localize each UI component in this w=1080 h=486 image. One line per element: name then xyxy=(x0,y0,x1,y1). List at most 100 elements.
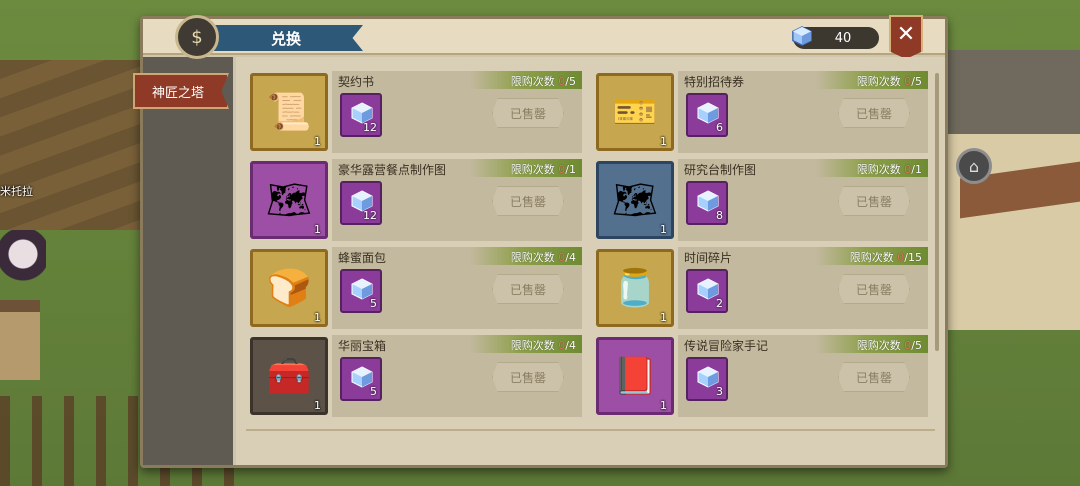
divider xyxy=(246,429,935,431)
price-tag: 3 xyxy=(686,357,728,401)
sold-out-button[interactable]: 已售罄 xyxy=(492,274,564,304)
blueprint-desk-icon[interactable]: 🗺 1 xyxy=(596,161,674,239)
limit-max: /1 xyxy=(565,163,576,176)
limit-max: /15 xyxy=(904,251,922,264)
limit-max: /4 xyxy=(565,251,576,264)
notebook-icon[interactable]: 📕 1 xyxy=(596,337,674,415)
money-bag-icon: $ xyxy=(175,15,219,59)
item-body: 蜂蜜面包 限购次数 0/4 5 已售罄 xyxy=(332,247,582,329)
item-cost: 12 xyxy=(363,121,377,134)
purchase-limit: 限购次数 0/5 xyxy=(857,73,922,89)
close-button[interactable]: ✕ xyxy=(889,15,923,59)
ticket-icon[interactable]: 🎫 1 xyxy=(596,73,674,151)
limit-label: 限购次数 xyxy=(510,339,555,352)
dialog-title: 兑换 xyxy=(213,25,363,51)
item-name: 华丽宝箱 xyxy=(338,339,387,353)
sold-out-button[interactable]: 已售罄 xyxy=(492,98,564,128)
purchase-limit: 限购次数 0/1 xyxy=(857,161,922,177)
shop-item-card[interactable]: 🫙 1 时间碎片 限购次数 0/15 2 已售罄 xyxy=(596,247,928,329)
item-quantity: 1 xyxy=(314,223,321,236)
shop-item-card[interactable]: 🗺 1 研究台制作图 限购次数 0/1 8 已售罄 xyxy=(596,159,928,241)
price-tag: 5 xyxy=(340,357,382,401)
jar-icon[interactable]: 🫙 1 xyxy=(596,249,674,327)
item-glyph: 🧰 xyxy=(266,356,312,397)
limit-label: 限购次数 xyxy=(856,339,901,352)
limit-label: 限购次数 xyxy=(510,75,555,88)
item-quantity: 1 xyxy=(314,135,321,148)
shop-item-card[interactable]: 🍞 1 蜂蜜面包 限购次数 0/4 5 已售罄 xyxy=(250,247,582,329)
item-name-bar: 豪华露营餐点制作图 限购次数 0/1 xyxy=(332,159,582,177)
item-cost: 8 xyxy=(716,209,723,222)
scroll-icon[interactable]: 📜 1 xyxy=(250,73,328,151)
sold-out-button[interactable]: 已售罄 xyxy=(838,186,910,216)
item-glyph: 📕 xyxy=(612,356,658,397)
item-name: 时间碎片 xyxy=(684,251,733,265)
shop-sidebar: 神匠之塔 xyxy=(133,57,233,465)
purchase-limit: 限购次数 0/4 xyxy=(511,249,576,265)
crystal-cube-icon xyxy=(792,26,812,46)
limit-max: /1 xyxy=(911,163,922,176)
item-name: 蜂蜜面包 xyxy=(338,251,387,265)
item-name-bar: 蜂蜜面包 限购次数 0/4 xyxy=(332,247,582,265)
item-name-bar: 契约书 限购次数 0/5 xyxy=(332,71,582,89)
item-body: 特别招待券 限购次数 0/5 6 已售罄 xyxy=(678,71,928,153)
limit-label: 限购次数 xyxy=(510,163,555,176)
item-quantity: 1 xyxy=(314,399,321,412)
price-tag: 6 xyxy=(686,93,728,137)
item-name: 特别招待券 xyxy=(684,75,745,89)
item-name-bar: 传说冒险家手记 限购次数 0/5 xyxy=(678,335,928,353)
item-name-bar: 特别招待券 限购次数 0/5 xyxy=(678,71,928,89)
shop-item-card[interactable]: 🎫 1 特别招待券 限购次数 0/5 6 已售罄 xyxy=(596,71,928,153)
item-body: 传说冒险家手记 限购次数 0/5 3 已售罄 xyxy=(678,335,928,417)
bread-icon[interactable]: 🍞 1 xyxy=(250,249,328,327)
limit-label: 限购次数 xyxy=(849,251,894,264)
item-quantity: 1 xyxy=(660,135,667,148)
item-name: 豪华露营餐点制作图 xyxy=(338,163,447,177)
item-name-bar: 时间碎片 限购次数 0/15 xyxy=(678,247,928,265)
sold-out-button[interactable]: 已售罄 xyxy=(838,362,910,392)
price-tag: 5 xyxy=(340,269,382,313)
item-name-bar: 研究台制作图 限购次数 0/1 xyxy=(678,159,928,177)
limit-max: /5 xyxy=(911,339,922,352)
item-quantity: 1 xyxy=(660,311,667,324)
item-name-bar: 华丽宝箱 限购次数 0/4 xyxy=(332,335,582,353)
shop-content: 📜 1 契约书 限购次数 0/5 12 已售罄 🎫 1 特别招待券 限购次数 0… xyxy=(236,57,945,465)
currency-amount: 40 xyxy=(834,30,852,46)
purchase-limit: 限购次数 0/5 xyxy=(857,337,922,353)
item-quantity: 1 xyxy=(314,311,321,324)
building-marker-icon[interactable]: ⌂ xyxy=(956,148,992,184)
price-tag: 12 xyxy=(340,93,382,137)
npc-name-label: 米托拉 xyxy=(0,185,33,198)
sold-out-button[interactable]: 已售罄 xyxy=(492,186,564,216)
shop-item-card[interactable]: 🧰 1 华丽宝箱 限购次数 0/4 5 已售罄 xyxy=(250,335,582,417)
price-tag: 8 xyxy=(686,181,728,225)
item-cost: 5 xyxy=(370,297,377,310)
item-body: 契约书 限购次数 0/5 12 已售罄 xyxy=(332,71,582,153)
sold-out-button[interactable]: 已售罄 xyxy=(838,274,910,304)
item-glyph: 📜 xyxy=(266,92,312,133)
item-body: 时间碎片 限购次数 0/15 2 已售罄 xyxy=(678,247,928,329)
close-icon: ✕ xyxy=(896,21,916,47)
purchase-limit: 限购次数 0/5 xyxy=(511,73,576,89)
item-name: 研究台制作图 xyxy=(684,163,757,177)
purchase-limit: 限购次数 0/4 xyxy=(511,337,576,353)
chest-icon[interactable]: 🧰 1 xyxy=(250,337,328,415)
item-quantity: 1 xyxy=(660,399,667,412)
item-name: 契约书 xyxy=(338,75,375,89)
blueprint-food-icon[interactable]: 🗺 1 xyxy=(250,161,328,239)
item-cost: 2 xyxy=(716,297,723,310)
sold-out-button[interactable]: 已售罄 xyxy=(838,98,910,128)
shop-item-card[interactable]: 📕 1 传说冒险家手记 限购次数 0/5 3 已售罄 xyxy=(596,335,928,417)
item-body: 华丽宝箱 限购次数 0/4 5 已售罄 xyxy=(332,335,582,417)
purchase-limit: 限购次数 0/1 xyxy=(511,161,576,177)
farm-field xyxy=(0,60,140,230)
item-body: 豪华露营餐点制作图 限购次数 0/1 12 已售罄 xyxy=(332,159,582,241)
shop-item-card[interactable]: 🗺 1 豪华露营餐点制作图 限购次数 0/1 12 已售罄 xyxy=(250,159,582,241)
sold-out-button[interactable]: 已售罄 xyxy=(492,362,564,392)
item-glyph: 🎫 xyxy=(612,92,658,133)
tab-artisan-tower[interactable]: 神匠之塔 xyxy=(133,73,229,109)
npc-character[interactable] xyxy=(0,230,46,310)
scrollbar[interactable] xyxy=(935,73,939,351)
price-tag: 2 xyxy=(686,269,728,313)
shop-item-card[interactable]: 📜 1 契约书 限购次数 0/5 12 已售罄 xyxy=(250,71,582,153)
